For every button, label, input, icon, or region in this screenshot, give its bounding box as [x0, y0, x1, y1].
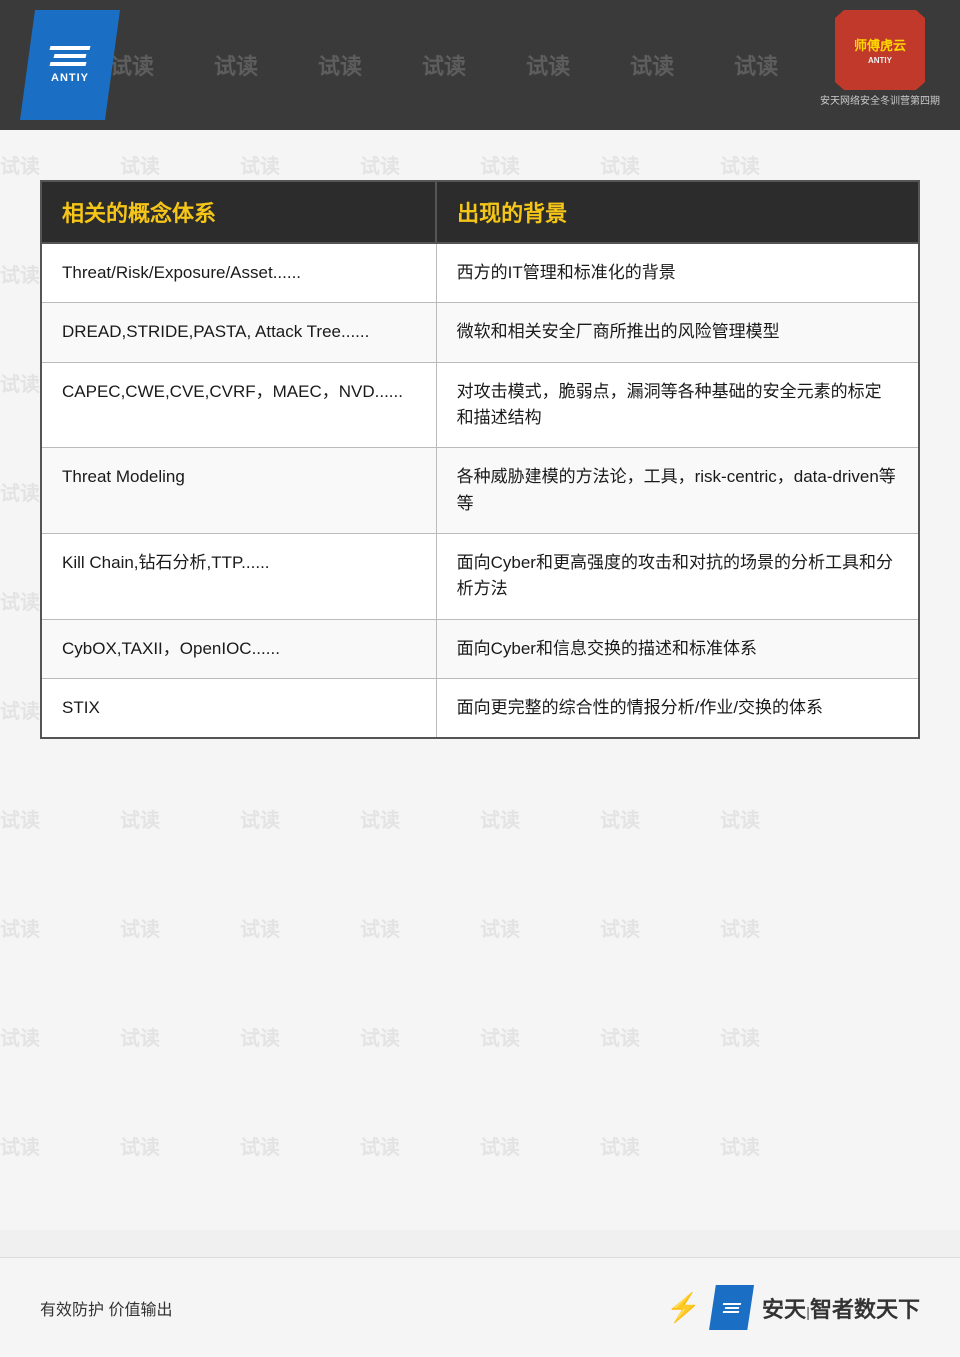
footer-logo-icon: [709, 1285, 754, 1330]
table-row: CybOX,TAXII，OpenIOC......面向Cyber和信息交换的描述…: [41, 619, 919, 678]
table-cell-background: 面向Cyber和更高强度的攻击和对抗的场景的分析工具和分析方法: [436, 534, 919, 620]
logo: ANTIY: [20, 10, 120, 120]
header: ANTIY 试读 试读 试读 试读 试读 试读 试读 师傅虎云 ANTIY 安天…: [0, 0, 960, 130]
wm6: 试读: [630, 49, 674, 81]
header-watermarks: 试读 试读 试读 试读 试读 试读 试读: [110, 0, 830, 130]
table-row: Kill Chain,钻石分析,TTP......面向Cyber和更高强度的攻击…: [41, 534, 919, 620]
table-row: Threat/Risk/Exposure/Asset......西方的IT管理和…: [41, 243, 919, 303]
logo-text: ANTIY: [51, 72, 89, 84]
table-cell-background: 微软和相关安全厂商所推出的风险管理模型: [436, 303, 919, 362]
brand-subtitle: 安天网络安全冬训营第四期: [820, 92, 940, 107]
table-row: DREAD,STRIDE,PASTA, Attack Tree......微软和…: [41, 303, 919, 362]
col1-header: 相关的概念体系: [41, 181, 436, 243]
table-cell-concept: CAPEC,CWE,CVE,CVRF，MAEC，NVD......: [41, 362, 436, 448]
logo-lines: [50, 46, 90, 66]
logo-line-2: [53, 54, 86, 58]
table-cell-concept: CybOX,TAXII，OpenIOC......: [41, 619, 436, 678]
logo-line-1: [49, 46, 90, 50]
wm7: 试读: [734, 49, 778, 81]
table-row: Threat Modeling各种威胁建模的方法论，工具，risk-centri…: [41, 448, 919, 534]
table-cell-concept: STIX: [41, 679, 436, 739]
header-brand: 师傅虎云 ANTIY 安天网络安全冬训营第四期: [820, 10, 940, 107]
wm5: 试读: [526, 49, 570, 81]
table-cell-concept: Kill Chain,钻石分析,TTP......: [41, 534, 436, 620]
table-cell-concept: DREAD,STRIDE,PASTA, Attack Tree......: [41, 303, 436, 362]
table-cell-background: 各种威胁建模的方法论，工具，risk-centric，data-driven等等: [436, 448, 919, 534]
lightning-icon: ⚡: [666, 1291, 701, 1324]
table-row: CAPEC,CWE,CVE,CVRF，MAEC，NVD......对攻击模式，脆…: [41, 362, 919, 448]
table-row: STIX面向更完整的综合性的情报分析/作业/交换的体系: [41, 679, 919, 739]
footer-brand-name: 安天|智者数天下: [762, 1292, 920, 1324]
col2-header: 出现的背景: [436, 181, 919, 243]
brand-logo-box: 师傅虎云 ANTIY: [835, 10, 925, 90]
footer-tagline: 有效防护 价值输出: [40, 1296, 172, 1320]
main-content: 相关的概念体系 出现的背景 Threat/Risk/Exposure/Asset…: [0, 130, 960, 1230]
table-cell-concept: Threat/Risk/Exposure/Asset......: [41, 243, 436, 303]
footer-brand-text: 安天|智者数天下: [762, 1292, 920, 1324]
footer: 有效防护 价值输出 ⚡ 安天|智者数天下: [0, 1257, 960, 1357]
watermark-row: 试读 试读 试读 试读 试读 试读 试读: [110, 49, 778, 81]
brand-logo-inner: 师傅虎云 ANTIY: [854, 35, 906, 65]
wm2: 试读: [214, 49, 258, 81]
table-cell-background: 面向Cyber和信息交换的描述和标准体系: [436, 619, 919, 678]
wm3: 试读: [318, 49, 362, 81]
footer-brand: ⚡ 安天|智者数天下: [666, 1285, 920, 1330]
table-cell-concept: Threat Modeling: [41, 448, 436, 534]
concept-table: 相关的概念体系 出现的背景 Threat/Risk/Exposure/Asset…: [40, 180, 920, 739]
wm1: 试读: [110, 49, 154, 81]
table-cell-background: 对攻击模式，脆弱点，漏洞等各种基础的安全元素的标定和描述结构: [436, 362, 919, 448]
wm4: 试读: [422, 49, 466, 81]
table-cell-background: 面向更完整的综合性的情报分析/作业/交换的体系: [436, 679, 919, 739]
table-cell-background: 西方的IT管理和标准化的背景: [436, 243, 919, 303]
logo-line-3: [49, 62, 86, 66]
